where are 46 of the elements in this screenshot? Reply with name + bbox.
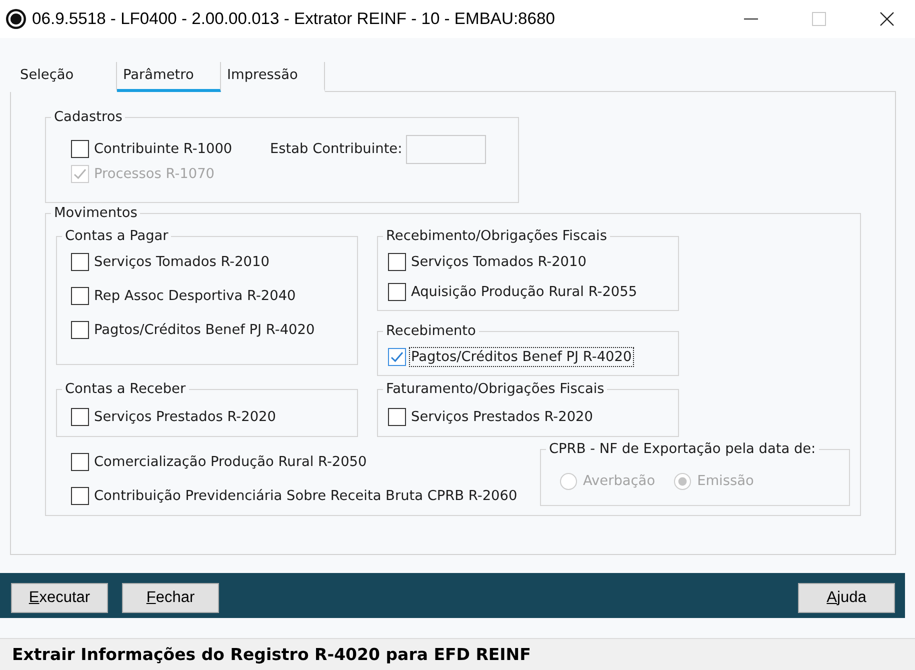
- checkbox-label: Contribuinte R-1000: [93, 140, 234, 158]
- checkbox-label: Rep Assoc Desportiva R-2040: [93, 287, 297, 305]
- checkbox[interactable]: [71, 287, 89, 305]
- dialog-button[interactable]: Ajuda: [798, 583, 895, 613]
- status-text: Extrair Informações do Registro R-4020 para EFD REINF: [12, 645, 531, 664]
- logo-icon: [6, 9, 26, 29]
- tab[interactable]: Parâmetro: [117, 62, 221, 92]
- radio-label: Averbação: [583, 473, 656, 489]
- checkbox[interactable]: [71, 408, 89, 426]
- minimize-icon[interactable]: [744, 18, 758, 20]
- group-title: Faturamento/Obrigações Fiscais: [385, 381, 606, 397]
- checkbox-label: Serviços Prestados R-2020: [410, 408, 594, 426]
- checkbox[interactable]: [388, 283, 406, 301]
- group-title: Cadastros: [53, 109, 124, 125]
- checkbox-label: Contribuição Previdenciária Sobre Receita Bruta CPRB R-2060: [93, 487, 518, 505]
- group-title: Contas a Receber: [64, 381, 187, 397]
- group-title: Recebimento: [385, 323, 477, 339]
- checkbox[interactable]: [388, 408, 406, 426]
- checkbox[interactable]: [71, 321, 89, 339]
- checkbox[interactable]: [71, 453, 89, 471]
- checkbox-label: Serviços Prestados R-2020: [93, 408, 277, 426]
- group-title: Movimentos: [53, 205, 138, 221]
- checkbox-label: Pagtos/Créditos Benef PJ R-4020: [93, 321, 316, 339]
- dialog-button[interactable]: Executar: [11, 583, 108, 613]
- checkbox[interactable]: [71, 140, 89, 158]
- checkbox[interactable]: [388, 253, 406, 271]
- checkbox[interactable]: [388, 348, 406, 366]
- dialog-button[interactable]: Fechar: [122, 583, 219, 613]
- group-title: CPRB - NF de Exportação pela data de:: [548, 441, 817, 457]
- close-icon[interactable]: [880, 12, 894, 26]
- checkbox-label: Comercialização Produção Rural R-2050: [93, 453, 368, 471]
- group-title: Recebimento/Obrigações Fiscais: [385, 228, 608, 244]
- window-title: 06.9.5518 - LF0400 - 2.00.00.013 - Extrator REINF - 10 - EMBAU:8680: [32, 9, 556, 29]
- tab[interactable]: Seleção: [10, 62, 117, 92]
- tab[interactable]: Impressão: [221, 62, 325, 92]
- radio-label: Emissão: [697, 473, 754, 489]
- group-title: Contas a Pagar: [64, 228, 170, 244]
- checkbox-label: Serviços Tomados R-2010: [410, 253, 588, 271]
- checkbox-label: Processos R-1070: [93, 165, 216, 183]
- checkbox-label: Aquisição Produção Rural R-2055: [410, 283, 638, 301]
- checkbox[interactable]: [71, 253, 89, 271]
- text-field[interactable]: [406, 134, 486, 164]
- checkbox-label: Serviços Tomados R-2010: [93, 253, 270, 271]
- field-label: Estab Contribuinte:: [270, 141, 402, 157]
- checkbox[interactable]: [71, 487, 89, 505]
- checkbox-label: Pagtos/Créditos Benef PJ R-4020: [410, 348, 633, 366]
